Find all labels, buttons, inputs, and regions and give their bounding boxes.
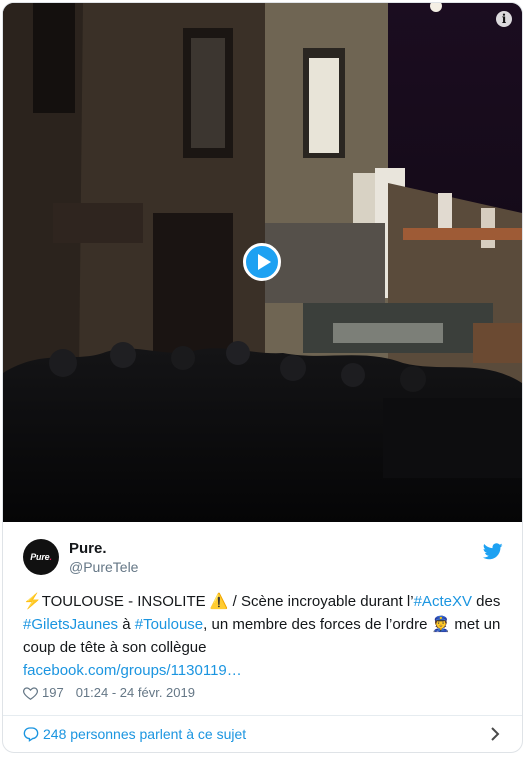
chevron-right-icon[interactable] — [490, 726, 500, 742]
twitter-bird-icon[interactable] — [483, 543, 503, 560]
avatar-dot: . — [49, 552, 52, 562]
like-count[interactable]: 197 — [42, 685, 64, 700]
video-thumbnail[interactable]: i — [3, 3, 522, 522]
tweet-meta: 197 01:24 - 24 févr. 2019 — [23, 685, 195, 703]
tweet-header: Pure. Pure. @PureTele — [23, 539, 503, 583]
tweet-text-part: des — [471, 593, 501, 610]
hashtag-link[interactable]: #Toulouse — [135, 616, 203, 633]
tweet-card: i Pure. Pure. @PureTele ⚡TOULOUSE - INSO… — [2, 2, 523, 753]
tweet-text: ⚡TOULOUSE - INSOLITE ⚠️ / Scène incroyab… — [23, 590, 503, 682]
avatar[interactable]: Pure. — [23, 539, 59, 575]
avatar-text: Pure — [30, 552, 50, 562]
facebook-link[interactable]: facebook.com/groups/1130119… — [23, 662, 242, 679]
lightning-emoji: ⚡ — [23, 593, 42, 610]
speech-bubble-icon — [23, 727, 39, 742]
timestamp[interactable]: 01:24 - 24 févr. 2019 — [76, 685, 195, 700]
conversation-text[interactable]: 248 personnes parlent à ce sujet — [43, 726, 246, 742]
heart-icon[interactable] — [23, 686, 38, 700]
police-emoji: 👮 — [431, 616, 451, 633]
info-icon[interactable]: i — [496, 11, 512, 27]
play-icon — [258, 254, 271, 270]
user-handle[interactable]: @PureTele — [69, 559, 138, 575]
play-button[interactable] — [243, 243, 281, 281]
display-name[interactable]: Pure. — [69, 540, 107, 557]
hashtag-link[interactable]: #GiletsJaunes — [23, 616, 118, 633]
tweet-headline: TOULOUSE - INSOLITE — [41, 593, 206, 610]
tweet-text-part: , un membre des forces de l’ordre — [203, 616, 432, 633]
conversation-link[interactable]: 248 personnes parlent à ce sujet — [3, 716, 522, 752]
tweet-text-part: / Scène incroyable durant l’ — [228, 593, 414, 610]
hashtag-link[interactable]: #ActeXV — [414, 593, 472, 610]
warning-emoji: ⚠️ — [209, 593, 229, 610]
tweet-text-part: à — [118, 616, 135, 633]
